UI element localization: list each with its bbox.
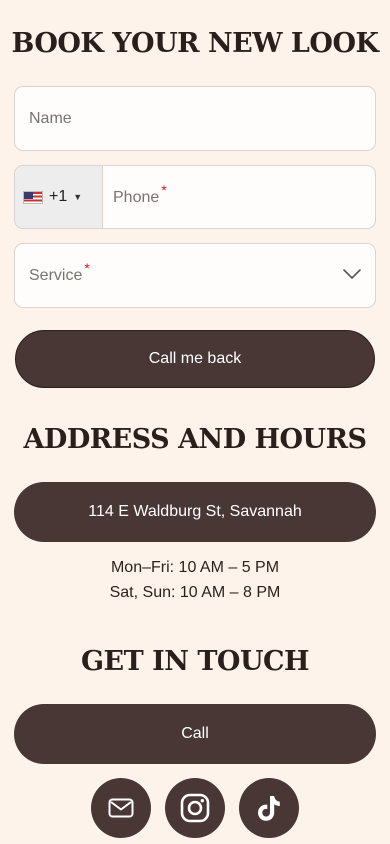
call-button[interactable]: Call (14, 704, 376, 764)
contact-heading: GET IN TOUCH (81, 646, 310, 677)
caret-down-icon: ▼ (73, 192, 83, 202)
country-code-selector[interactable]: +1 ▼ (15, 166, 103, 228)
phone-placeholder: Phone * (113, 182, 167, 206)
social-links (0, 778, 390, 838)
phone-field[interactable]: +1 ▼ Phone * (14, 165, 376, 229)
mail-icon (108, 798, 134, 818)
instagram-link[interactable] (165, 778, 225, 838)
hours-weekdays: Mon–Fri: 10 AM – 5 PM (110, 559, 280, 576)
required-mark: * (84, 260, 90, 276)
name-placeholder: Name (29, 110, 72, 127)
tiktok-link[interactable] (239, 778, 299, 838)
us-flag-icon (23, 190, 43, 204)
chevron-down-icon (343, 269, 361, 279)
hours-weekend: Sat, Sun: 10 AM – 8 PM (109, 584, 281, 601)
address-button[interactable]: 114 E Waldburg St, Savannah (14, 482, 376, 542)
required-mark: * (161, 182, 167, 198)
booking-heading: BOOK YOUR NEW LOOK (11, 28, 379, 59)
booking-page: BOOK YOUR NEW LOOK Name +1 ▼ Phone * Serv… (0, 0, 390, 844)
instagram-icon (180, 793, 210, 823)
address-heading: ADDRESS AND HOURS (23, 424, 367, 455)
service-placeholder: Service * (29, 260, 90, 284)
call-me-back-button[interactable]: Call me back (15, 330, 375, 388)
dial-code: +1 (49, 188, 68, 205)
tiktok-icon (258, 796, 280, 821)
service-select[interactable]: Service * (14, 243, 376, 308)
name-field[interactable]: Name (14, 86, 376, 151)
email-link[interactable] (91, 778, 151, 838)
